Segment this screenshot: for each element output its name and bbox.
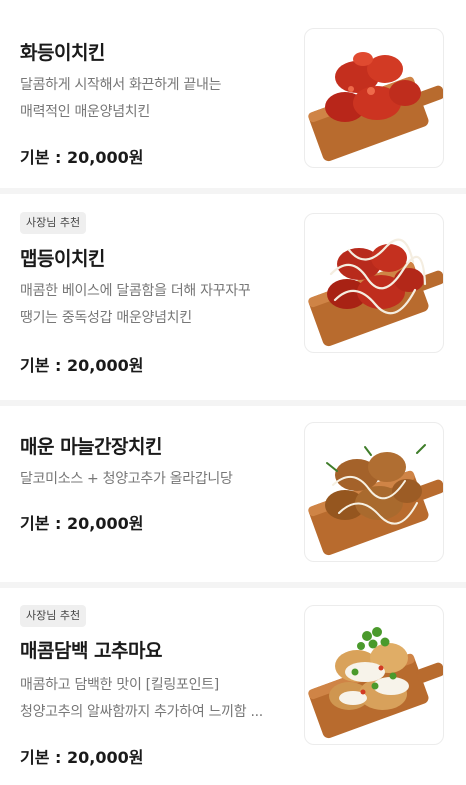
menu-item-name: 맵등이치킨 [20,248,105,270]
menu-item[interactable]: 매운 마늘간장치킨 달코미소스 + 청양고추가 올라갑니당 기본 : 20,00… [0,406,466,582]
menu-item-image[interactable] [304,28,444,168]
menu-item[interactable]: 화등이치킨 달콤하게 시작해서 화끈하게 끝내는 매력적인 매운양념치킨 기본 … [0,0,466,188]
menu-list: 화등이치킨 달콤하게 시작해서 화끈하게 끝내는 매력적인 매운양념치킨 기본 … [0,0,466,785]
menu-item-description: 매콤하고 담백한 맛이 [킬링포인트] 청양고추의 알싸함까지 추가하여 느끼함… [20,677,263,720]
menu-item-description: 매콤한 베이스에 달콤함을 더해 자꾸자꾸 땡기는 중독성갑 매운양념치킨 [20,283,251,326]
menu-item[interactable]: 사장님 추천 맵등이치킨 매콤한 베이스에 달콤함을 더해 자꾸자꾸 땡기는 중… [0,194,466,400]
menu-item-name: 매콤담백 고추마요 [20,640,162,662]
menu-item-price: 기본 : 20,000원 [20,514,144,533]
menu-item-image[interactable] [304,213,444,353]
menu-item-description: 달코미소스 + 청양고추가 올라갑니당 [20,471,233,487]
menu-item-name: 매운 마늘간장치킨 [20,436,162,458]
menu-item[interactable]: 사장님 추천 매콤담백 고추마요 매콤하고 담백한 맛이 [킬링포인트] 청양고… [0,588,466,785]
menu-item-price: 기본 : 20,000원 [20,148,144,167]
menu-item-price: 기본 : 20,000원 [20,356,144,375]
menu-item-name: 화등이치킨 [20,42,105,64]
menu-item-description: 달콤하게 시작해서 화끈하게 끝내는 매력적인 매운양념치킨 [20,77,222,120]
menu-item-image[interactable] [304,422,444,562]
menu-item-image[interactable] [304,605,444,745]
recommend-badge: 사장님 추천 [20,605,87,627]
menu-item-price: 기본 : 20,000원 [20,748,144,767]
recommend-badge: 사장님 추천 [20,212,87,234]
